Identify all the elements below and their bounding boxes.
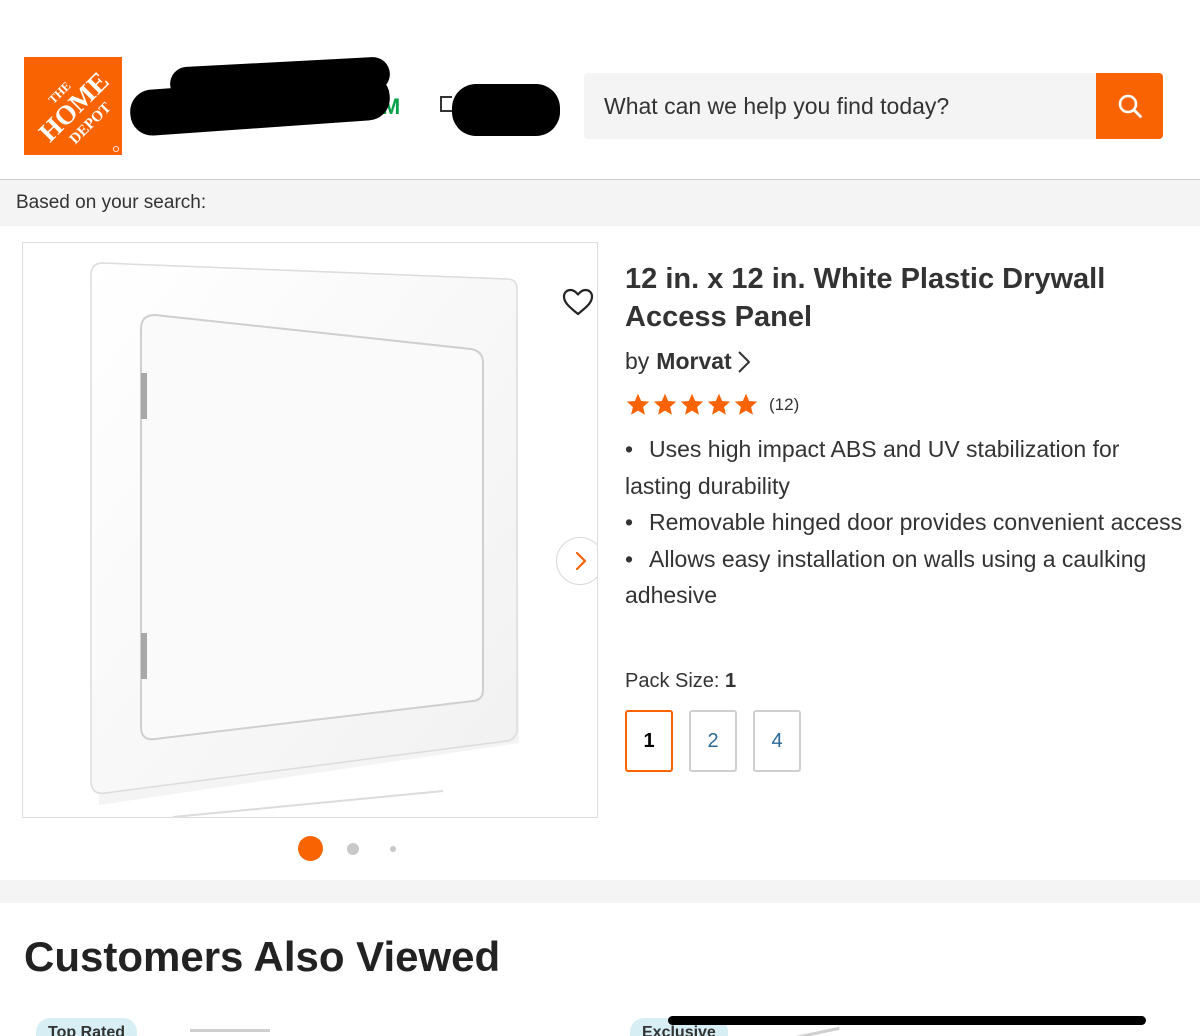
- brand-name: Morvat: [656, 348, 732, 374]
- next-image-button[interactable]: [556, 537, 597, 585]
- highlight-item: • Removable hinged door provides convenie…: [625, 509, 1183, 535]
- section-title: Customers Also Viewed: [24, 933, 501, 980]
- logo-mark: THE HOME DEPOT: [24, 57, 122, 155]
- wishlist-heart-icon[interactable]: [562, 287, 594, 317]
- pack-size-value: 1: [725, 670, 737, 692]
- pack-option-4[interactable]: 4: [753, 710, 801, 772]
- home-depot-logo[interactable]: THE HOME DEPOT: [24, 57, 122, 155]
- star-icon: [707, 393, 731, 415]
- search-icon: [1118, 94, 1142, 118]
- delivery-icon: [440, 96, 452, 112]
- product-image-gallery[interactable]: [22, 242, 598, 818]
- review-count: (12): [769, 395, 800, 414]
- product-card: 12 in. x 12 in. White Plastic Drywall Ac…: [0, 226, 1200, 880]
- delivery-info[interactable]: [440, 82, 562, 138]
- image-pagination: [296, 836, 406, 862]
- pack-option-1[interactable]: 1: [625, 710, 673, 772]
- product-highlights: • Uses high impact ABS and UV stabilizati…: [625, 431, 1190, 614]
- search-input[interactable]: [584, 73, 1096, 139]
- chevron-right-icon: [575, 551, 587, 571]
- star-icon: [626, 393, 650, 415]
- pagination-dot[interactable]: [390, 846, 396, 852]
- pagination-dot[interactable]: [347, 843, 359, 855]
- redaction-mark: [452, 84, 560, 136]
- pack-size-options: 1 2 4: [625, 710, 817, 772]
- rating-stars: [625, 392, 760, 418]
- pack-option-2[interactable]: 2: [689, 710, 737, 772]
- product-thumbnail[interactable]: [780, 1026, 840, 1036]
- chevron-right-icon: [737, 350, 750, 373]
- star-icon: [734, 393, 758, 415]
- highlight-item: • Uses high impact ABS and UV stabilizati…: [625, 436, 1120, 499]
- product-image: [23, 243, 597, 817]
- product-rating[interactable]: (12): [625, 392, 799, 418]
- site-header: THE HOME DEPOT 3PM: [0, 0, 1200, 180]
- brand-prefix: by: [625, 348, 650, 374]
- search-context-label: Based on your search:: [16, 192, 207, 213]
- top-rated-badge: Top Rated: [36, 1018, 138, 1036]
- highlight-item: • Allows easy installation on walls using…: [625, 545, 1147, 609]
- star-icon: [653, 393, 677, 415]
- product-title: 12 in. x 12 in. White Plastic Drywall Ac…: [625, 263, 1106, 333]
- product-thumbnail[interactable]: [190, 1029, 270, 1032]
- pagination-dot-active[interactable]: [298, 836, 323, 861]
- search-box: [584, 73, 1096, 139]
- pack-size-label: Pack Size: 1: [625, 670, 737, 692]
- search-button[interactable]: [1096, 73, 1163, 139]
- redaction-mark: [128, 72, 392, 138]
- store-info[interactable]: 3PM: [128, 56, 420, 142]
- star-icon: [680, 393, 704, 415]
- brand-link[interactable]: by Morvat: [625, 348, 752, 375]
- home-indicator[interactable]: [668, 1016, 1146, 1025]
